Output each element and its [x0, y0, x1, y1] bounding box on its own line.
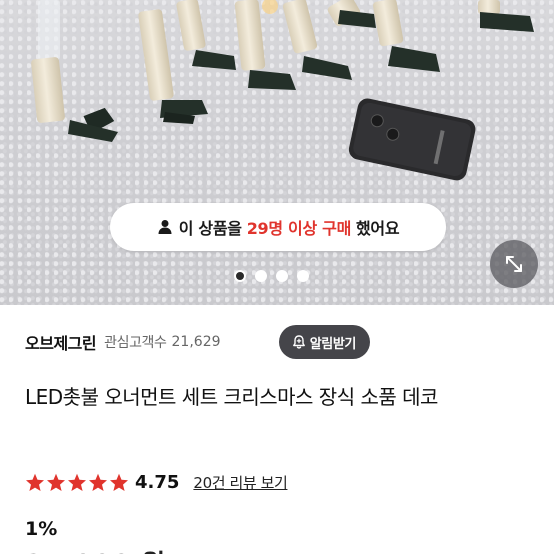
candle-3: [176, 0, 236, 70]
star-icon: [89, 473, 107, 491]
discount-rate: 1%: [25, 518, 58, 540]
star-icon: [68, 473, 86, 491]
expand-image-button[interactable]: [490, 240, 538, 288]
product-photo: [31, 0, 534, 181]
rating-value: 4.75: [135, 471, 180, 493]
store-info-row: 오브제그린 관심고객수 21,629 알림받기: [25, 325, 530, 359]
subscribe-alert-button[interactable]: 알림받기: [278, 325, 370, 359]
candle-1: [31, 0, 118, 142]
carousel-dot-4[interactable]: [297, 270, 309, 282]
store-name[interactable]: 오브제그린: [25, 330, 97, 354]
carousel-dot-1[interactable]: [234, 270, 246, 282]
product-image[interactable]: 이 상품을 29명 이상 구매 했어요: [0, 0, 554, 305]
followers-label: 관심고객수: [104, 335, 167, 351]
review-link[interactable]: 20건 리뷰 보기: [193, 472, 287, 493]
carousel-indicator: [234, 270, 309, 282]
remote-control: [348, 98, 476, 181]
star-icon: [110, 473, 128, 491]
banner-prefix: 이 상품을: [178, 219, 242, 238]
carousel-dot-2[interactable]: [255, 270, 267, 282]
sale-price: 21,000 원: [25, 544, 166, 554]
followers-count: 21,629: [171, 334, 221, 350]
alert-button-label: 알림받기: [309, 336, 357, 352]
expand-arrows-icon: [506, 256, 522, 272]
candle-7: [478, 0, 534, 32]
bell-plus-icon: [292, 335, 305, 349]
candle-8: [327, 0, 376, 28]
banner-suffix: 했어요: [356, 219, 400, 238]
star-icon: [26, 473, 44, 491]
person-icon: [158, 220, 172, 234]
purchase-count-banner: 이 상품을 29명 이상 구매 했어요: [110, 203, 446, 251]
rating-row: 4.75 20건 리뷰 보기: [25, 469, 288, 495]
candle-6: [372, 0, 440, 72]
rating-stars: [25, 473, 129, 492]
carousel-dot-3[interactable]: [276, 270, 288, 282]
star-icon: [47, 473, 65, 491]
product-title: LED촛불 오너먼트 세트 크리스마스 장식 소품 데코: [25, 385, 438, 409]
banner-highlight: 29명 이상 구매: [246, 219, 352, 238]
